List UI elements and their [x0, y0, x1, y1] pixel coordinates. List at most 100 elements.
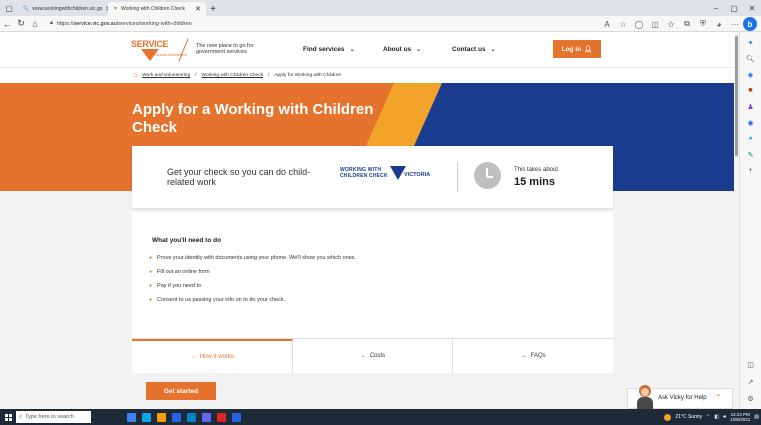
minimize-icon[interactable]: – [707, 0, 725, 16]
nav-contact-us[interactable]: Contact us ⌄ [452, 46, 496, 53]
restore-icon[interactable]: ▢ [725, 0, 743, 16]
bing-copilot-icon[interactable]: b [743, 17, 757, 31]
taskbar-clock[interactable]: 12:24 PM 1/08/2021 [730, 412, 750, 422]
tab-costs[interactable]: → Costs [293, 339, 454, 373]
file-explorer-icon[interactable] [157, 412, 166, 422]
chrome-icon[interactable] [217, 412, 226, 422]
close-tab-icon[interactable]: ✕ [195, 5, 201, 13]
arrow-right-icon: → [189, 354, 196, 360]
games-icon[interactable]: ♟ [746, 102, 755, 111]
collections-icon[interactable]: ⧉ [679, 19, 695, 29]
arrow-right-icon: → [359, 353, 366, 359]
sparkle-icon[interactable]: ✦ [746, 38, 755, 47]
windows-start-button[interactable] [0, 409, 16, 425]
arrow-right-icon: → [520, 353, 527, 359]
teams-icon[interactable] [202, 412, 211, 422]
list-item: ● Consent to us passing your info on to d… [149, 297, 286, 303]
user-icon: 👤︎ [584, 46, 593, 53]
weather-icon [664, 413, 672, 421]
notifications-icon[interactable]: ▤ [754, 414, 759, 420]
chat-label: Ask Vicky for Help [658, 395, 707, 401]
site-header: SERVICE Victoria Government The new plac… [0, 32, 734, 67]
designer-icon[interactable]: ✎ [746, 150, 755, 159]
weather-text: 21°C Sunny [675, 414, 703, 420]
favorites-icon[interactable]: ✩ [663, 20, 679, 29]
search-icon: ⌕ [19, 413, 23, 420]
windows-taskbar: ⌕ Type here to search 21°C Sunny ⌃ ◧ 🔊︎ … [0, 409, 761, 425]
tab-title: Working with Children Check [120, 6, 186, 12]
new-tab-button[interactable]: + [206, 2, 220, 16]
tab-how-it-works[interactable]: → How it works [132, 339, 293, 373]
home-icon[interactable]: ⌂ [28, 16, 42, 32]
back-icon[interactable]: ← [0, 16, 14, 32]
get-started-button[interactable]: Get started [146, 382, 216, 400]
duration-label: This takes about [514, 167, 559, 173]
breadcrumb-work-volunteering[interactable]: Work and volunteering [142, 73, 190, 78]
site-tagline: The new place to go for government servi… [196, 43, 254, 55]
volume-icon[interactable]: 🔊︎ [723, 414, 726, 420]
requirements-section: What you'll need to do ● Prove your ident… [132, 212, 613, 338]
more-menu-icon[interactable]: ··· [727, 20, 743, 29]
nav-find-services[interactable]: Find services ⌄ [303, 46, 383, 53]
chat-widget[interactable]: Ask Vicky for Help ⌃ [627, 385, 733, 409]
divider [457, 162, 458, 192]
chat-avatar [636, 385, 654, 409]
requirements-heading: What you'll need to do [152, 237, 222, 244]
browser-tab-active[interactable]: ▼ Working with Children Check ✕ [108, 2, 206, 16]
tab-faqs[interactable]: → FAQs [453, 339, 613, 373]
breadcrumb-separator: / [268, 73, 270, 78]
bullet-icon: ● [149, 255, 153, 261]
refresh-icon[interactable]: ↻ [14, 16, 28, 32]
nav-about-us[interactable]: About us ⌄ [383, 46, 452, 53]
word-icon[interactable] [232, 412, 241, 422]
briefcase-icon[interactable]: ■ [746, 86, 755, 95]
split-view-icon[interactable]: ◫ [746, 360, 755, 369]
clock-icon [474, 162, 501, 189]
network-icon[interactable]: ◧ [714, 414, 719, 420]
tray-chevron-icon[interactable]: ⌃ [706, 414, 710, 420]
settings-gear-icon[interactable]: ⚙ [746, 394, 755, 403]
browser-tab-bar: ▢ 🔍︎ www.workingwithchildren.vic.go ✕ ▼ … [0, 0, 761, 16]
tab-actions-icon[interactable]: ▢ [0, 0, 18, 16]
close-window-icon[interactable]: ✕ [743, 0, 761, 16]
lock-icon: 🔒︎ [50, 20, 53, 26]
search-icon[interactable]: 🔍︎ [746, 54, 755, 63]
mail-icon[interactable] [187, 412, 196, 422]
main-navigation: Find services ⌄ About us ⌄ Contact us ⌄ [303, 46, 496, 53]
list-item: ● Pay if you need to [149, 283, 202, 289]
breadcrumb: ⌂ Work and volunteering / Working with C… [0, 67, 734, 83]
browser-tab-inactive[interactable]: 🔍︎ www.workingwithchildren.vic.go ✕ [18, 2, 108, 16]
bullet-icon: ● [149, 297, 153, 303]
split-screen-icon[interactable]: ◫ [647, 20, 663, 29]
breadcrumb-wwcc[interactable]: Working with Children Check [202, 73, 264, 78]
extension-icon[interactable]: ◯ [631, 20, 647, 29]
add-icon[interactable]: + [746, 166, 755, 175]
edge-icon[interactable] [142, 412, 151, 422]
login-button[interactable]: Log in 👤︎ [553, 40, 601, 58]
task-view-icon[interactable] [127, 412, 136, 422]
read-aloud-icon[interactable]: A [599, 20, 615, 29]
outlook-icon[interactable]: ◕ [746, 134, 755, 143]
info-tabs: → How it works → Costs → FAQs [132, 338, 613, 373]
search-icon: 🔍︎ [23, 6, 30, 12]
taskbar-search-input[interactable]: ⌕ Type here to search [16, 411, 91, 423]
taskbar-apps [127, 412, 241, 422]
home-icon[interactable]: ⌂ [133, 72, 137, 79]
profile-icon[interactable]: ◕ [711, 20, 727, 29]
service-victoria-logo[interactable]: SERVICE Victoria Government [131, 39, 193, 63]
url-field[interactable]: 🔒︎ https://service.vic.gov.au/services/w… [50, 18, 590, 30]
shield-icon[interactable]: ⛨ [695, 19, 711, 29]
summary-lead: Get your check so you can do child-relat… [167, 167, 311, 187]
office-icon[interactable]: ◉ [746, 118, 755, 127]
external-link-icon[interactable]: ↗ [746, 377, 755, 386]
tag-icon[interactable]: ◆ [746, 70, 755, 79]
site-favicon-icon: ▼ [113, 6, 118, 12]
chevron-down-icon: ⌄ [349, 47, 355, 53]
store-icon[interactable] [172, 412, 181, 422]
page-title: Apply for a Working with Children Check [132, 101, 374, 136]
tab-title: www.workingwithchildren.vic.go [32, 6, 103, 12]
favorite-star-icon[interactable]: ☆ [615, 20, 631, 29]
bullet-icon: ● [149, 269, 153, 275]
list-item: ● Prove your identity with documents usin… [149, 255, 357, 261]
summary-card: Get your check so you can do child-relat… [132, 146, 613, 208]
